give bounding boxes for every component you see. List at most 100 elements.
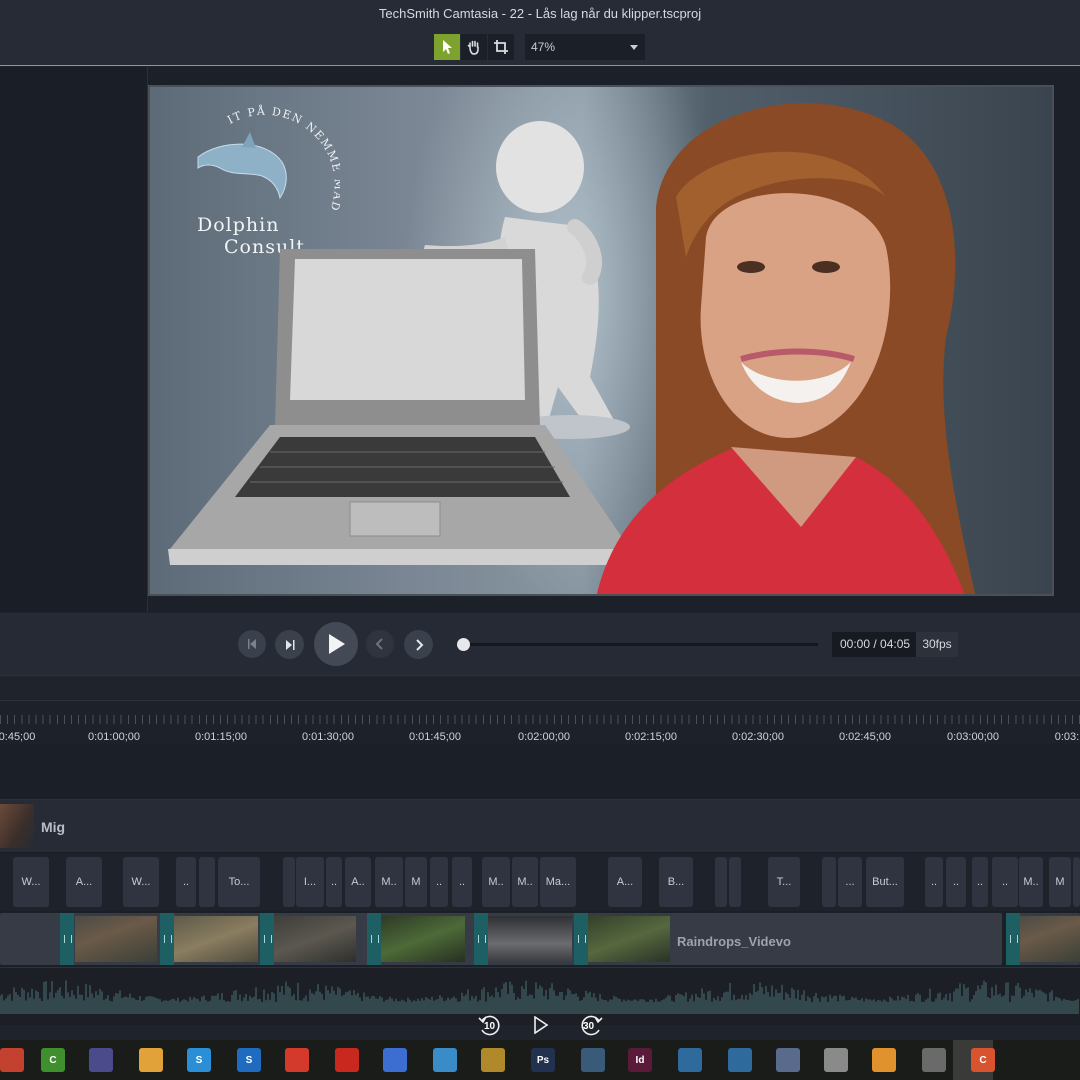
video-icon[interactable] [872, 1048, 896, 1072]
mig-track-label: Mig [41, 819, 66, 835]
video-thumbnail [381, 916, 465, 962]
vpn-icon[interactable] [678, 1048, 702, 1072]
camtasia-icon[interactable]: C [41, 1048, 65, 1072]
skype-business-icon[interactable]: S [237, 1048, 261, 1072]
file-icon[interactable] [0, 1048, 24, 1072]
annotation-clip[interactable]: A... [608, 857, 642, 907]
network-icon[interactable] [433, 1048, 457, 1072]
next-frame-button[interactable] [275, 630, 304, 659]
mig-thumbnail [0, 804, 34, 848]
time-display: 00:00 / 04:05 30fps [832, 632, 958, 657]
annotation-clip[interactable]: M.. [512, 857, 538, 907]
camera-raw-icon[interactable] [581, 1048, 605, 1072]
annotation-clip[interactable]: A.. [345, 857, 371, 907]
ruler-label: 0:45;00 [0, 731, 36, 743]
previous-marker-button[interactable] [366, 630, 394, 658]
annotation-clip[interactable]: To... [218, 857, 260, 907]
fps-badge[interactable]: 30fps [916, 632, 958, 657]
ruler-label: 0:03:00;00 [947, 731, 999, 743]
annotation-clip[interactable] [822, 857, 836, 907]
pointer-tool-button[interactable] [434, 34, 460, 60]
annotation-clip[interactable]: .. [946, 857, 966, 907]
annotation-clip[interactable]: But... [866, 857, 904, 907]
pan-tool-button[interactable] [461, 34, 487, 60]
annotation-clip[interactable]: .. [972, 857, 988, 907]
transition-marker[interactable] [160, 913, 174, 965]
annotation-clip[interactable]: W... [13, 857, 49, 907]
annotation-clip[interactable]: .. [992, 857, 1018, 907]
rewind-10-button[interactable]: 10 [477, 1012, 503, 1038]
transition-marker[interactable] [260, 913, 274, 965]
photoshop-icon[interactable]: Ps [531, 1048, 555, 1072]
transition-marker[interactable] [574, 913, 588, 965]
annotation-clip[interactable] [729, 857, 741, 907]
video-thumbnail [274, 916, 356, 962]
annotation-track[interactable]: W... A... W..... To... I..... A.. M.. M.... M.. M… [0, 853, 1080, 911]
audio-icon[interactable] [89, 1048, 113, 1072]
media-icon[interactable] [481, 1048, 505, 1072]
video-thumbnail [75, 916, 157, 962]
ruler-ticks [0, 715, 1080, 724]
overlay-play-button[interactable] [532, 1015, 550, 1035]
skype-icon[interactable]: S [187, 1048, 211, 1072]
acrobat-icon[interactable] [285, 1048, 309, 1072]
transition-marker[interactable] [474, 913, 488, 965]
timeline-toolbar [0, 675, 1080, 700]
chevron-left-icon [375, 638, 383, 650]
previous-frame-button[interactable] [238, 630, 266, 658]
clapper-icon[interactable] [922, 1048, 946, 1072]
canvas-area: IT PÅ DEN NEMME MÅDE Dolphin Consult [0, 67, 1080, 612]
annotation-clip[interactable]: B... [659, 857, 693, 907]
annotation-clip[interactable] [283, 857, 295, 907]
annotation-clip[interactable]: .. [452, 857, 472, 907]
notes-icon[interactable] [139, 1048, 163, 1072]
video-thumbnail [174, 916, 258, 962]
annotation-clip[interactable]: M [405, 857, 427, 907]
acrobat-dc-icon[interactable] [335, 1048, 359, 1072]
crop-tool-button[interactable] [488, 34, 514, 60]
annotation-clip[interactable] [1073, 857, 1080, 907]
annotation-clip[interactable]: M.. [375, 857, 403, 907]
video-clip[interactable]: Raindrops_Videvo [0, 913, 1002, 965]
annotation-clip[interactable] [199, 857, 215, 907]
annotation-clip[interactable]: T... [768, 857, 800, 907]
zoom-icon[interactable] [383, 1048, 407, 1072]
camtasia-active-icon[interactable]: C [971, 1048, 995, 1072]
rewind-label: 10 [484, 1021, 496, 1032]
empty-track[interactable] [0, 744, 1080, 800]
track-mig[interactable]: Mig [0, 800, 1080, 853]
play-button[interactable] [314, 622, 358, 666]
scrubber-handle[interactable] [457, 638, 470, 651]
annotation-clip[interactable]: ... [838, 857, 862, 907]
ruler-label: 0:02:15;00 [625, 731, 677, 743]
video-track[interactable]: Raindrops_Videvo [0, 911, 1080, 967]
annotation-clip[interactable]: M.. [482, 857, 510, 907]
annotation-clip[interactable]: M.. [1019, 857, 1043, 907]
annotation-clip[interactable]: .. [430, 857, 448, 907]
timeline-ruler[interactable]: 0:45;00 0:01:00;00 0:01:15;00 0:01:30;00 0:0… [0, 700, 1080, 744]
preview-canvas[interactable]: IT PÅ DEN NEMME MÅDE Dolphin Consult [148, 85, 1054, 596]
transition-marker[interactable] [367, 913, 381, 965]
forward-30-button[interactable]: 30 [578, 1012, 604, 1038]
ruler-label: 0:02:45;00 [839, 731, 891, 743]
annotation-clip[interactable]: .. [925, 857, 943, 907]
annotation-clip[interactable]: .. [176, 857, 196, 907]
annotation-clip[interactable]: W... [123, 857, 159, 907]
annotation-clip[interactable] [715, 857, 727, 907]
indesign-icon[interactable]: Id [628, 1048, 652, 1072]
transition-marker[interactable] [1006, 913, 1020, 965]
play-icon [329, 634, 345, 654]
zoom-select[interactable]: 47% [525, 34, 645, 60]
annotation-clip[interactable]: Ma... [540, 857, 576, 907]
annotation-clip[interactable]: M [1049, 857, 1071, 907]
annotation-clip[interactable]: I... [296, 857, 324, 907]
scrubber-track[interactable] [463, 643, 818, 646]
step-forward-icon [285, 639, 294, 650]
transition-marker[interactable] [60, 913, 74, 965]
annotation-clip[interactable]: A... [66, 857, 102, 907]
next-marker-button[interactable] [404, 630, 433, 659]
annotation-clip[interactable]: .. [326, 857, 342, 907]
vpn2-icon[interactable] [728, 1048, 752, 1072]
character-icon[interactable] [824, 1048, 848, 1072]
remote-icon[interactable] [776, 1048, 800, 1072]
